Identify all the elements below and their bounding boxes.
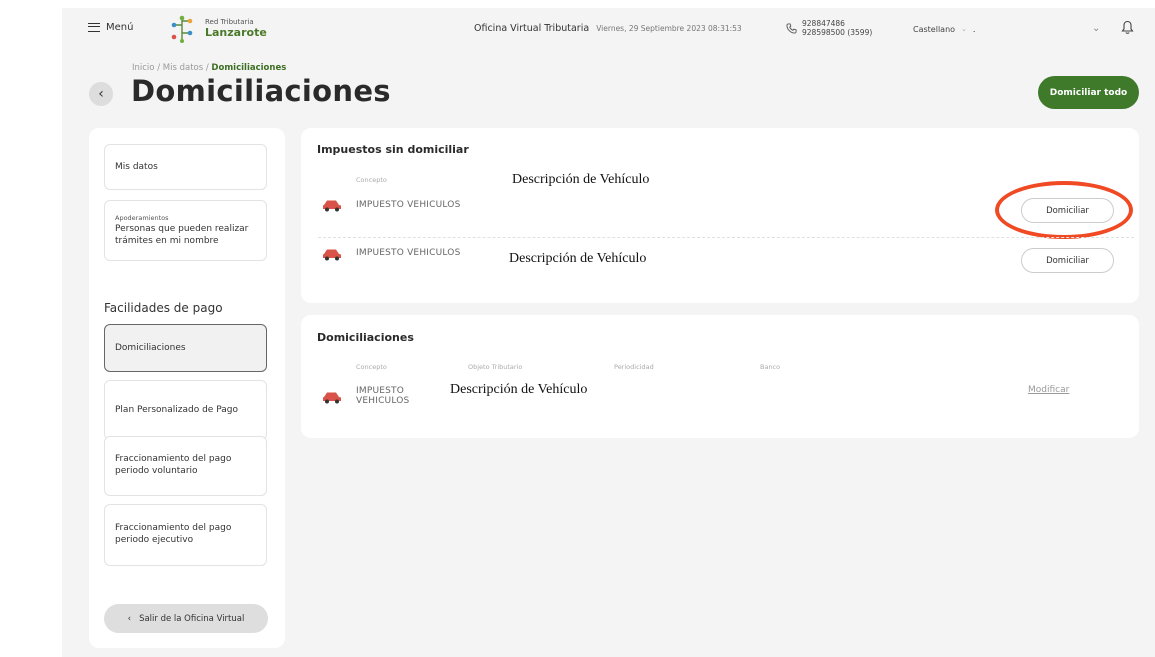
undomiciled-panel: Impuestos sin domiciliar Concepto [301, 128, 1139, 303]
sidebar-item-caption: Apoderamientos [115, 213, 169, 222]
breadcrumb: Inicio / Mis datos / Domiciliaciones [132, 63, 286, 73]
column-header-concepto: Concepto [356, 363, 387, 371]
menu-button[interactable]: Menú [88, 22, 133, 33]
sidebar-item-mis-datos[interactable]: Mis datos [104, 144, 267, 190]
chevron-down-icon: ⌄ [961, 25, 967, 33]
sidebar-item-fraccionamiento-voluntario[interactable]: Fraccionamiento del pago periodo volunta… [104, 436, 267, 496]
column-header-objeto: Objeto Tributario [468, 363, 523, 371]
domiciliar-todo-button[interactable]: Domiciliar todo [1038, 76, 1139, 109]
sidebar-item-label: Personas que pueden realizar trámites en… [115, 223, 249, 246]
top-header: Menú Red Tributaria Lanzarote Oficina Vi… [62, 8, 1155, 58]
phone-number-2: 928598500 (3599) [802, 27, 873, 37]
chevron-left-icon: ‹ [127, 613, 132, 624]
car-icon [323, 200, 341, 212]
tax-concept: IMPUESTO VEHICULOS [356, 248, 461, 258]
hamburger-icon [88, 23, 100, 32]
menu-label: Menú [106, 22, 134, 33]
sidebar-item-domiciliaciones[interactable]: Domiciliaciones [104, 324, 267, 372]
sidebar: Mis datos Apoderamientos Personas que pu… [89, 128, 285, 648]
logo-name: Lanzarote [205, 25, 267, 39]
column-header-periodicidad: Periodicidad [614, 363, 654, 371]
sidebar-item-label: Domiciliaciones [115, 343, 186, 353]
user-menu-chevron-icon[interactable]: ⌄ [1092, 23, 1100, 34]
exit-label: Salir de la Oficina Virtual [139, 613, 245, 624]
vehicle-description: Descripción de Vehículo [512, 172, 650, 187]
exit-button[interactable]: ‹ Salir de la Oficina Virtual [104, 604, 268, 633]
sidebar-item-label: Mis datos [115, 162, 158, 172]
user-name: . [972, 25, 976, 34]
logo-icon [171, 15, 193, 43]
row-divider [318, 237, 1134, 238]
tax-concept-line1: IMPUESTO [356, 386, 405, 396]
back-button[interactable]: ‹ [89, 82, 113, 106]
sidebar-item-label: Plan Personalizado de Pago [115, 405, 238, 415]
phone-contact: 928847486 928598500 (3599) [786, 19, 873, 37]
tax-concept: IMPUESTO VEHICULOS [356, 386, 409, 407]
vehicle-description: Descripción de Vehículo [450, 382, 588, 397]
bell-icon[interactable] [1121, 20, 1134, 39]
sidebar-item-apoderamientos[interactable]: Apoderamientos Personas que pueden reali… [104, 200, 267, 261]
chevron-left-icon: ‹ [98, 86, 104, 102]
sidebar-item-label: Fraccionamiento del pago periodo ejecuti… [115, 523, 232, 545]
language-selector[interactable]: Castellano ⌄ . [913, 25, 975, 34]
sidebar-section-heading: Facilidades de pago [104, 301, 223, 315]
breadcrumb-current: Domiciliaciones [211, 63, 287, 73]
column-header: Concepto [356, 176, 387, 184]
column-header-banco: Banco [760, 363, 781, 371]
vehicle-description: Descripción de Vehículo [509, 251, 647, 266]
language-label: Castellano [913, 25, 956, 34]
phone-icon [786, 23, 797, 34]
modificar-link[interactable]: Modificar [1028, 385, 1069, 395]
domiciled-panel: Domiciliaciones Concepto Objeto Tributar… [301, 315, 1139, 438]
office-title-text: Oficina Virtual Tributaria [474, 23, 590, 34]
sidebar-item-plan-personalizado[interactable]: Plan Personalizado de Pago [104, 380, 267, 440]
car-icon [323, 249, 341, 261]
panel-title: Domiciliaciones [317, 331, 414, 344]
tax-concept-line2: VEHICULOS [356, 396, 410, 407]
logo[interactable]: Red Tributaria Lanzarote [169, 15, 267, 43]
sidebar-item-label: Fraccionamiento del pago periodo volunta… [115, 454, 232, 476]
office-title: Oficina Virtual Tributaria Viernes, 29 S… [474, 23, 742, 34]
domiciliar-button[interactable]: Domiciliar [1021, 198, 1114, 223]
header-datetime: Viernes, 29 Septiembre 2023 08:31:53 [596, 24, 742, 33]
sidebar-item-fraccionamiento-ejecutivo[interactable]: Fraccionamiento del pago periodo ejecuti… [104, 504, 267, 566]
panel-title: Impuestos sin domiciliar [317, 143, 469, 156]
tax-concept: IMPUESTO VEHICULOS [356, 200, 461, 210]
car-icon [323, 392, 341, 404]
domiciliar-button[interactable]: Domiciliar [1021, 248, 1114, 273]
page-title: Domiciliaciones [131, 74, 391, 108]
breadcrumb-path[interactable]: Inicio / Mis datos / [132, 63, 211, 73]
